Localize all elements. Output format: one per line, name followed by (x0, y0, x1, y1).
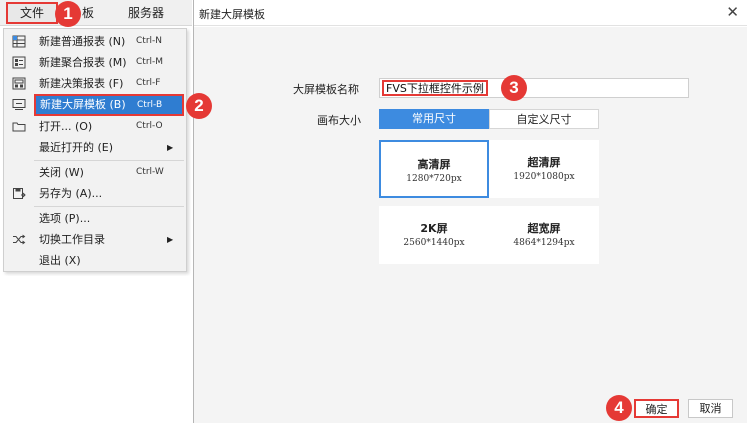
dialog-title: 新建大屏模板 (199, 8, 265, 21)
menu-item-label: 选项 (P)... (39, 212, 91, 225)
menu-item-recent[interactable]: 最近打开的 (E) ▶ (4, 137, 186, 158)
menu-server[interactable]: 服务器 (128, 0, 164, 26)
menu-item-options[interactable]: 选项 (P)... (4, 208, 186, 229)
menu-item-new-normal-report[interactable]: 新建普通报表 (N) Ctrl-N (4, 31, 186, 52)
step-badge-4: 4 (606, 395, 632, 421)
size-option-fhd[interactable]: 超清屏 1920*1080px (489, 140, 599, 198)
menu-item-new-decision-report[interactable]: 新建决策报表 (F) Ctrl-F (4, 73, 186, 94)
menu-item-shortcut: Ctrl-F (136, 78, 161, 88)
menu-item-label: 新建普通报表 (N) (39, 35, 126, 48)
menu-item-shortcut: Ctrl-W (136, 167, 164, 177)
size-option-name: 2K屏 (420, 222, 448, 235)
submenu-arrow-icon: ▶ (167, 143, 174, 152)
new-large-screen-dialog: 新建大屏模板 ✕ 大屏模板名称 FVS下拉框控件示例 画布大小 常用尺寸 自定义… (193, 0, 747, 423)
menu-item-close[interactable]: 关闭 (W) Ctrl-W (4, 162, 186, 183)
menu-item-shortcut: Ctrl-M (136, 57, 164, 67)
menu-divider (34, 206, 184, 207)
size-option-name: 超清屏 (527, 156, 561, 169)
close-icon[interactable]: ✕ (726, 3, 739, 21)
menu-item-new-large-screen-template[interactable]: 新建大屏模板 (B) Ctrl-B (34, 94, 184, 116)
dialog-titlebar: 新建大屏模板 ✕ (194, 0, 747, 26)
menu-item-switch-workdir[interactable]: 切换工作目录 ▶ (4, 229, 186, 250)
menu-item-save-as[interactable]: 另存为 (A)... (4, 183, 186, 204)
menubar: 文件 板 服务器 (0, 0, 192, 26)
menu-item-label: 新建聚合报表 (M) (39, 56, 127, 69)
menu-item-new-aggregate-report[interactable]: 新建聚合报表 (M) Ctrl-M (4, 52, 186, 73)
menu-item-label: 切换工作目录 (39, 233, 105, 246)
file-menu: 新建普通报表 (N) Ctrl-N 新建聚合报表 (M) Ctrl-M 新建决策… (3, 28, 187, 272)
menu-item-label: 新建大屏模板 (B) (40, 98, 126, 111)
background-area (0, 276, 192, 423)
step-badge-2: 2 (186, 93, 212, 119)
dialog-body: 大屏模板名称 FVS下拉框控件示例 画布大小 常用尺寸 自定义尺寸 高清屏 12… (194, 27, 747, 392)
menu-template[interactable]: 板 (82, 0, 94, 26)
menu-item-shortcut: Ctrl-N (136, 36, 162, 46)
template-name-input[interactable]: FVS下拉框控件示例 (379, 78, 689, 98)
size-option-2k[interactable]: 2K屏 2560*1440px (379, 206, 489, 264)
template-name-label: 大屏模板名称 (293, 83, 359, 96)
menu-item-label: 新建决策报表 (F) (39, 77, 124, 90)
save-as-icon (12, 187, 26, 200)
menu-item-label: 关闭 (W) (39, 166, 84, 179)
menu-item-label: 打开... (O) (39, 120, 93, 133)
shuffle-icon (12, 233, 26, 246)
size-option-dimensions: 2560*1440px (403, 238, 465, 248)
menu-file[interactable]: 文件 (6, 2, 58, 24)
size-option-hd[interactable]: 高清屏 1280*720px (379, 140, 489, 198)
menu-item-shortcut: Ctrl-O (136, 121, 163, 131)
size-option-dimensions: 1920*1080px (513, 172, 575, 182)
menu-item-label: 最近打开的 (E) (39, 141, 114, 154)
size-option-ultrawide[interactable]: 超宽屏 4864*1294px (489, 206, 599, 264)
grid-report-icon (12, 35, 26, 48)
tab-common-sizes[interactable]: 常用尺寸 (379, 109, 489, 129)
menu-item-exit[interactable]: 退出 (X) (4, 250, 186, 271)
size-option-name: 超宽屏 (527, 222, 561, 235)
large-screen-icon (12, 98, 26, 111)
menu-item-label: 另存为 (A)... (39, 187, 103, 200)
decision-report-icon (12, 77, 26, 90)
menu-divider (34, 160, 184, 161)
aggregate-report-icon (12, 56, 26, 69)
size-option-name: 高清屏 (417, 158, 451, 171)
cancel-button[interactable]: 取消 (688, 399, 733, 418)
menu-item-open[interactable]: 打开... (O) Ctrl-O (4, 116, 186, 137)
submenu-arrow-icon: ▶ (167, 235, 174, 244)
template-name-value: FVS下拉框控件示例 (382, 80, 488, 96)
tab-custom-size[interactable]: 自定义尺寸 (489, 109, 599, 129)
size-option-dimensions: 4864*1294px (513, 238, 575, 248)
step-badge-3: 3 (501, 75, 527, 101)
ok-button[interactable]: 确定 (634, 399, 679, 418)
size-option-dimensions: 1280*720px (406, 174, 462, 184)
menu-item-label: 退出 (X) (39, 254, 81, 267)
canvas-size-label: 画布大小 (317, 114, 361, 127)
menu-item-shortcut: Ctrl-B (137, 100, 163, 110)
step-badge-1: 1 (55, 1, 81, 27)
folder-icon (12, 120, 26, 133)
